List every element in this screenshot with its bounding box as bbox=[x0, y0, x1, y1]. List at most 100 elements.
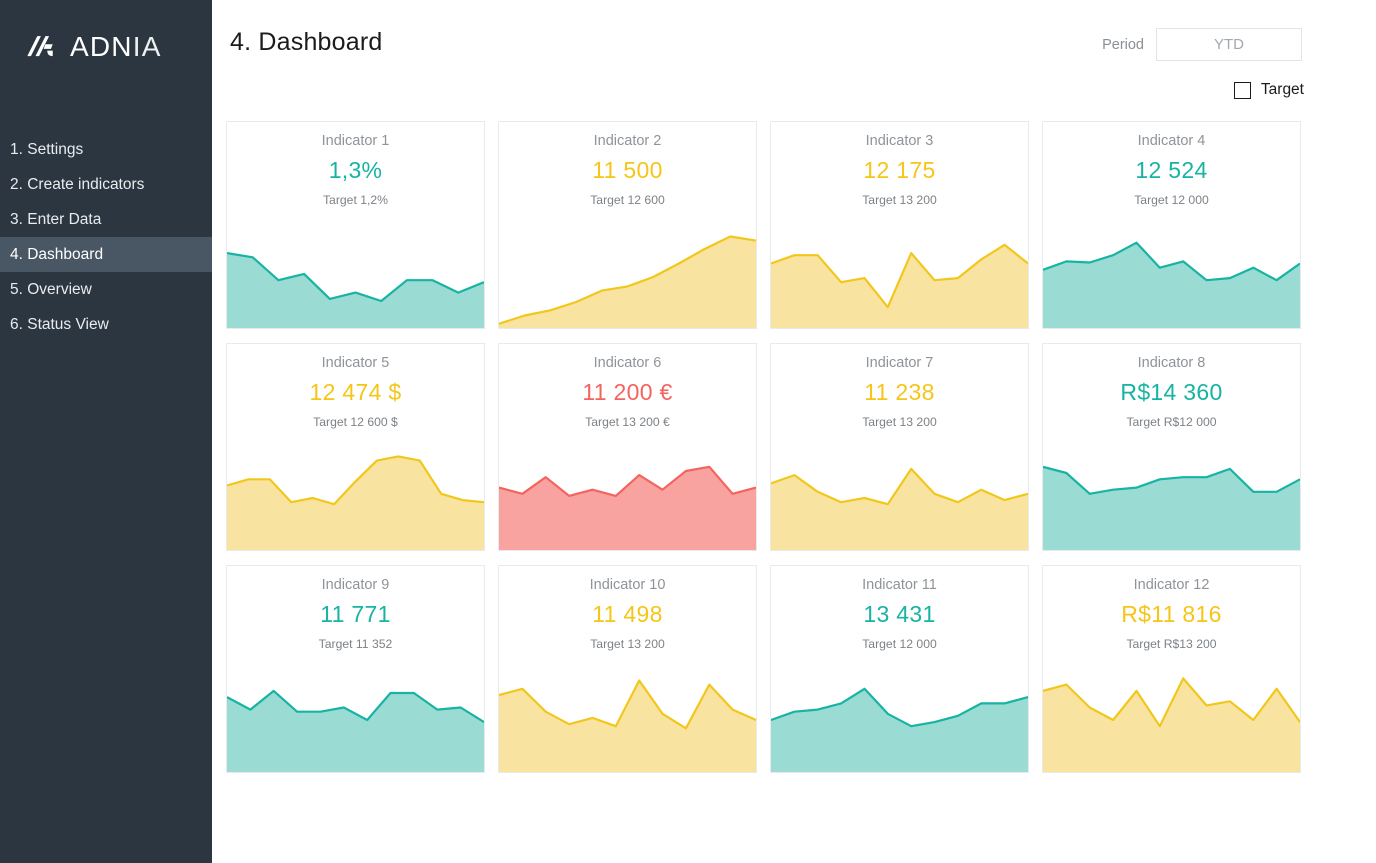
app-root: ADNIA 1. Settings 2. Create indicators 3… bbox=[0, 0, 1376, 863]
indicator-grid: Indicator 1 1,3% Target 1,2% Indicator 2 11 … bbox=[212, 104, 1376, 773]
indicator-sparkline bbox=[771, 664, 1028, 772]
indicator-sparkline bbox=[499, 220, 756, 328]
sparkline-area bbox=[227, 456, 484, 550]
indicator-target: Target R$13 200 bbox=[1043, 637, 1300, 651]
indicator-sparkline bbox=[771, 220, 1028, 328]
indicator-title: Indicator 9 bbox=[227, 577, 484, 593]
sidebar-item-label: 4. Dashboard bbox=[10, 246, 103, 264]
indicator-value: 12 474 $ bbox=[227, 379, 484, 406]
sparkline-area bbox=[771, 469, 1028, 550]
indicator-target: Target 13 200 bbox=[499, 637, 756, 651]
indicator-target: Target 12 000 bbox=[1043, 193, 1300, 207]
indicator-target: Target 13 200 bbox=[771, 193, 1028, 207]
sparkline-area bbox=[771, 245, 1028, 328]
indicator-card[interactable]: Indicator 11 13 431 Target 12 000 bbox=[770, 565, 1029, 773]
sidebar-item-label: 6. Status View bbox=[10, 316, 109, 334]
indicator-sparkline bbox=[1043, 442, 1300, 550]
indicator-card[interactable]: Indicator 12 R$11 816 Target R$13 200 bbox=[1042, 565, 1301, 773]
sparkline-area bbox=[227, 253, 484, 328]
indicator-target: Target R$12 000 bbox=[1043, 415, 1300, 429]
sidebar-item-dashboard[interactable]: 4. Dashboard bbox=[0, 237, 212, 272]
sidebar-item-overview[interactable]: 5. Overview bbox=[0, 272, 212, 307]
target-checkbox-label: Target bbox=[1261, 81, 1304, 99]
period-dropdown[interactable]: YTD bbox=[1156, 28, 1302, 61]
indicator-target: Target 11 352 bbox=[227, 637, 484, 651]
indicator-title: Indicator 4 bbox=[1043, 133, 1300, 149]
sidebar-nav: 1. Settings 2. Create indicators 3. Ente… bbox=[0, 132, 212, 342]
indicator-card[interactable]: Indicator 10 11 498 Target 13 200 bbox=[498, 565, 757, 773]
indicator-title: Indicator 11 bbox=[771, 577, 1028, 593]
indicator-value: 12 175 bbox=[771, 157, 1028, 184]
indicator-card[interactable]: Indicator 8R$14 360Target R$12 000 bbox=[1042, 343, 1301, 551]
indicator-target: Target 12 600 $ bbox=[227, 415, 484, 429]
sidebar-item-label: 1. Settings bbox=[10, 141, 83, 159]
indicator-card[interactable]: Indicator 1 1,3% Target 1,2% bbox=[226, 121, 485, 329]
indicator-target: Target 13 200 € bbox=[499, 415, 756, 429]
period-selector: Period YTD bbox=[1102, 28, 1346, 61]
indicator-value: 13 431 bbox=[771, 601, 1028, 628]
main-content: 4. Dashboard Period YTD Target Indicator… bbox=[212, 0, 1376, 863]
brand-name-bold: ADN bbox=[70, 31, 133, 62]
sparkline-area bbox=[499, 237, 756, 329]
indicator-target: Target 12 000 bbox=[771, 637, 1028, 651]
sidebar: ADNIA 1. Settings 2. Create indicators 3… bbox=[0, 0, 212, 863]
indicator-sparkline bbox=[227, 664, 484, 772]
sidebar-item-enter-data[interactable]: 3. Enter Data bbox=[0, 202, 212, 237]
indicator-title: Indicator 10 bbox=[499, 577, 756, 593]
sparkline-area bbox=[227, 691, 484, 772]
sidebar-item-label: 2. Create indicators bbox=[10, 176, 144, 194]
indicator-title: Indicator 12 bbox=[1043, 577, 1300, 593]
indicator-card[interactable]: Indicator 4 12 524 Target 12 000 bbox=[1042, 121, 1301, 329]
adnia-logo-icon bbox=[20, 32, 60, 62]
period-value: YTD bbox=[1214, 36, 1244, 53]
indicator-value: 1,3% bbox=[227, 157, 484, 184]
indicator-title: Indicator 6 bbox=[499, 355, 756, 371]
indicator-title: Indicator 7 bbox=[771, 355, 1028, 371]
indicator-sparkline bbox=[1043, 220, 1300, 328]
indicator-value: 11 500 bbox=[499, 157, 756, 184]
sidebar-item-label: 3. Enter Data bbox=[10, 211, 101, 229]
indicator-title: Indicator 1 bbox=[227, 133, 484, 149]
indicator-card[interactable]: Indicator 9 11 771 Target 11 352 bbox=[226, 565, 485, 773]
indicator-sparkline bbox=[227, 442, 484, 550]
indicator-card[interactable]: Indicator 6 11 200 € Target 13 200 € bbox=[498, 343, 757, 551]
indicator-card[interactable]: Indicator 2 11 500 Target 12 600 bbox=[498, 121, 757, 329]
sidebar-item-status-view[interactable]: 6. Status View bbox=[0, 307, 212, 342]
page-title: 4. Dashboard bbox=[230, 28, 383, 57]
indicator-value: 11 771 bbox=[227, 601, 484, 628]
indicator-target: Target 1,2% bbox=[227, 193, 484, 207]
indicator-title: Indicator 5 bbox=[227, 355, 484, 371]
indicator-sparkline bbox=[771, 442, 1028, 550]
indicator-sparkline bbox=[1043, 664, 1300, 772]
brand-logo[interactable]: ADNIA bbox=[0, 0, 212, 70]
sparkline-area bbox=[499, 467, 756, 550]
sparkline-area bbox=[771, 689, 1028, 772]
sidebar-item-settings[interactable]: 1. Settings bbox=[0, 132, 212, 167]
target-toggle-row: Target bbox=[212, 76, 1376, 104]
sidebar-item-label: 5. Overview bbox=[10, 281, 92, 299]
indicator-sparkline bbox=[227, 220, 484, 328]
target-checkbox[interactable] bbox=[1234, 82, 1251, 99]
sparkline-area bbox=[1043, 243, 1300, 328]
indicator-value: 11 238 bbox=[771, 379, 1028, 406]
indicator-title: Indicator 8 bbox=[1043, 355, 1300, 371]
indicator-target: Target 13 200 bbox=[771, 415, 1028, 429]
indicator-card[interactable]: Indicator 7 11 238 Target 13 200 bbox=[770, 343, 1029, 551]
indicator-card[interactable]: Indicator 3 12 175 Target 13 200 bbox=[770, 121, 1029, 329]
top-bar: 4. Dashboard Period YTD bbox=[212, 0, 1376, 72]
indicator-card[interactable]: Indicator 5 12 474 $ Target 12 600 $ bbox=[226, 343, 485, 551]
indicator-title: Indicator 3 bbox=[771, 133, 1028, 149]
indicator-sparkline bbox=[499, 664, 756, 772]
brand-name-thin: IA bbox=[133, 31, 162, 62]
indicator-value: 12 524 bbox=[1043, 157, 1300, 184]
indicator-sparkline bbox=[499, 442, 756, 550]
indicator-title: Indicator 2 bbox=[499, 133, 756, 149]
indicator-target: Target 12 600 bbox=[499, 193, 756, 207]
sidebar-item-create-indicators[interactable]: 2. Create indicators bbox=[0, 167, 212, 202]
indicator-value: 11 200 € bbox=[499, 379, 756, 406]
sparkline-area bbox=[1043, 678, 1300, 772]
period-label: Period bbox=[1102, 37, 1144, 53]
indicator-value: 11 498 bbox=[499, 601, 756, 628]
brand-name: ADNIA bbox=[70, 31, 162, 63]
indicator-value: R$11 816 bbox=[1043, 601, 1300, 628]
